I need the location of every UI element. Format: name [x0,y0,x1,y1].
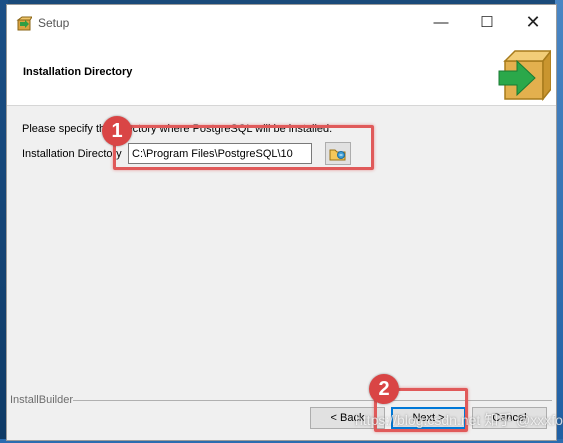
watermark-text: https://blog.csdn.net 知乎 @xxxfor [355,412,563,428]
title-bar[interactable]: Setup — ☐ ✕ [7,5,556,39]
close-button[interactable]: ✕ [510,5,556,39]
setup-app-icon [16,16,32,31]
minimize-button[interactable]: — [418,5,464,39]
footer-divider [73,400,552,401]
step-1-badge: 1 [102,116,132,146]
install-box-icon [498,49,551,101]
step-2-badge: 2 [369,374,399,404]
maximize-button[interactable]: ☐ [464,5,510,39]
window-title: Setup [38,16,70,30]
wizard-header: Installation Directory [7,39,556,106]
directory-label: Installation Directory [22,148,122,160]
directory-highlight-box [113,125,374,170]
setup-window: Setup — ☐ ✕ Installation Directory Pleas… [6,4,557,441]
page-title: Installation Directory [23,66,133,78]
installbuilder-brand: InstallBuilder [10,394,73,406]
